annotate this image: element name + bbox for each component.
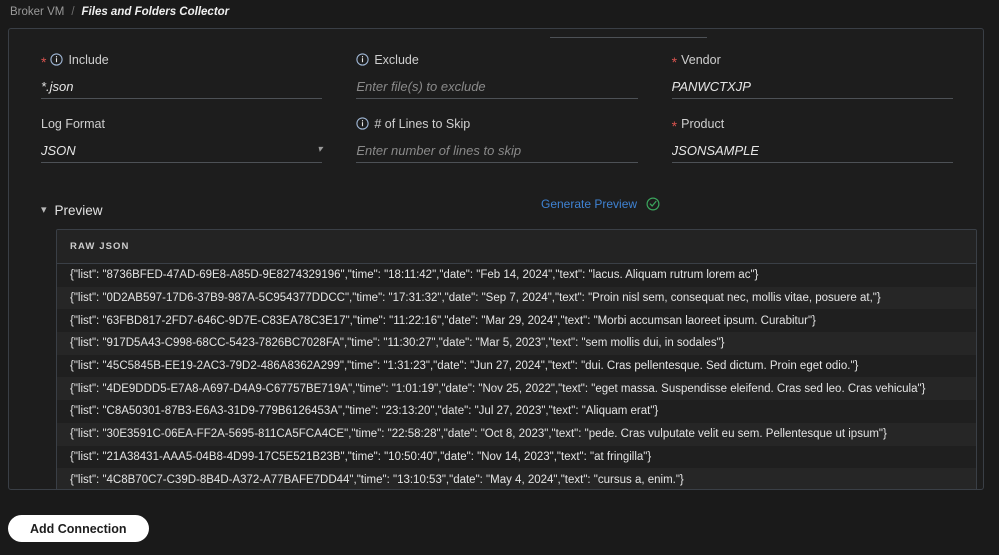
raw-json-row: {"list": "21A38431-AAA5-04B8-4D99-17C5E5…: [57, 446, 976, 469]
vendor-input-value: PANWCTXJP: [672, 79, 751, 94]
lines-to-skip-input[interactable]: Enter number of lines to skip: [356, 138, 637, 163]
chevron-down-icon[interactable]: ▾: [317, 145, 322, 155]
field-lines-to-skip-label-row: # of Lines to Skip: [356, 115, 637, 132]
product-input-value: JSONSAMPLE: [672, 143, 759, 158]
field-exclude: Exclude Enter file(s) to exclude: [356, 51, 637, 115]
raw-json-row: {"list": "917D5A43-C998-68CC-5423-7826BC…: [57, 332, 976, 355]
raw-json-row: {"list": "4C8B70C7-C39D-8B4D-A372-A77BAF…: [57, 468, 976, 490]
preview-toggle-label: Preview: [55, 203, 103, 218]
field-vendor: * Vendor PANWCTXJP: [672, 51, 953, 115]
exclude-input-placeholder: Enter file(s) to exclude: [356, 79, 485, 94]
raw-json-row: {"list": "45C5845B-EE19-2AC3-79D2-486A83…: [57, 355, 976, 378]
breadcrumb-current: Files and Folders Collector: [82, 6, 230, 18]
form-row-1: * Include *.json Exclude: [9, 51, 984, 115]
field-product-label: Product: [681, 117, 724, 131]
log-format-select[interactable]: JSON ▾: [41, 138, 322, 163]
breadcrumb-parent-link[interactable]: Broker VM: [10, 6, 64, 18]
field-lines-to-skip-label: # of Lines to Skip: [374, 117, 470, 131]
exclude-input[interactable]: Enter file(s) to exclude: [356, 74, 637, 99]
include-input[interactable]: *.json: [41, 74, 322, 99]
generate-preview-group: Generate Preview: [541, 197, 660, 211]
raw-json-title: RAW JSON: [57, 230, 976, 264]
vendor-input[interactable]: PANWCTXJP: [672, 74, 953, 99]
breadcrumb: Broker VM / Files and Folders Collector: [0, 0, 999, 24]
field-product: * Product JSONSAMPLE: [672, 115, 953, 179]
info-circle-icon[interactable]: [356, 53, 369, 66]
lines-to-skip-input-placeholder: Enter number of lines to skip: [356, 143, 521, 158]
preview-toggle[interactable]: ▾ Preview: [41, 203, 103, 218]
info-circle-icon[interactable]: [356, 117, 369, 130]
info-circle-icon[interactable]: [50, 53, 63, 66]
field-product-label-row: * Product: [672, 115, 953, 132]
include-input-value: *.json: [41, 79, 74, 94]
required-asterisk: *: [672, 119, 677, 133]
field-include: * Include *.json: [41, 51, 322, 115]
form-row-2: Log Format JSON ▾ # of Lines to Skip Ent…: [9, 115, 984, 179]
raw-json-row: {"list": "0D2AB597-17D6-37B9-987A-5C9543…: [57, 287, 976, 310]
required-asterisk: *: [672, 55, 677, 69]
field-lines-to-skip: # of Lines to Skip Enter number of lines…: [356, 115, 637, 179]
field-exclude-label: Exclude: [374, 53, 418, 67]
required-asterisk: *: [41, 55, 46, 69]
field-include-label: Include: [68, 53, 108, 67]
chevron-down-icon[interactable]: ▾: [41, 205, 47, 216]
generate-preview-link[interactable]: Generate Preview: [541, 197, 637, 211]
add-connection-button[interactable]: Add Connection: [8, 515, 149, 542]
check-circle-icon: [646, 197, 660, 211]
product-input[interactable]: JSONSAMPLE: [672, 138, 953, 163]
raw-json-row: {"list": "63FBD817-2FD7-646C-9D7E-C83EA7…: [57, 309, 976, 332]
preview-section-header: ▾ Preview Generate Preview: [41, 197, 953, 223]
scrolled-field-underline: [550, 37, 707, 38]
form-grid: * Include *.json Exclude: [9, 51, 984, 179]
footer-bar: Add Connection: [0, 490, 999, 555]
field-include-label-row: * Include: [41, 51, 322, 68]
field-log-format-label: Log Format: [41, 117, 105, 131]
field-log-format: Log Format JSON ▾: [41, 115, 322, 179]
raw-json-panel: RAW JSON {"list": "8736BFED-47AD-69E8-A8…: [56, 229, 977, 490]
log-format-select-value: JSON: [41, 143, 76, 158]
raw-json-row: {"list": "C8A50301-87B3-E6A3-31D9-779B61…: [57, 400, 976, 423]
raw-json-row: {"list": "8736BFED-47AD-69E8-A85D-9E8274…: [57, 264, 976, 287]
breadcrumb-separator: /: [71, 6, 74, 18]
raw-json-row: {"list": "30E3591C-06EA-FF2A-5695-811CA5…: [57, 423, 976, 446]
field-log-format-label-row: Log Format: [41, 115, 322, 132]
connection-form-card: * Include *.json Exclude: [8, 28, 984, 490]
field-vendor-label: Vendor: [681, 53, 721, 67]
field-vendor-label-row: * Vendor: [672, 51, 953, 68]
raw-json-row-list[interactable]: {"list": "8736BFED-47AD-69E8-A85D-9E8274…: [57, 264, 976, 490]
raw-json-row: {"list": "4DE9DDD5-E7A8-A697-D4A9-C67757…: [57, 377, 976, 400]
field-exclude-label-row: Exclude: [356, 51, 637, 68]
